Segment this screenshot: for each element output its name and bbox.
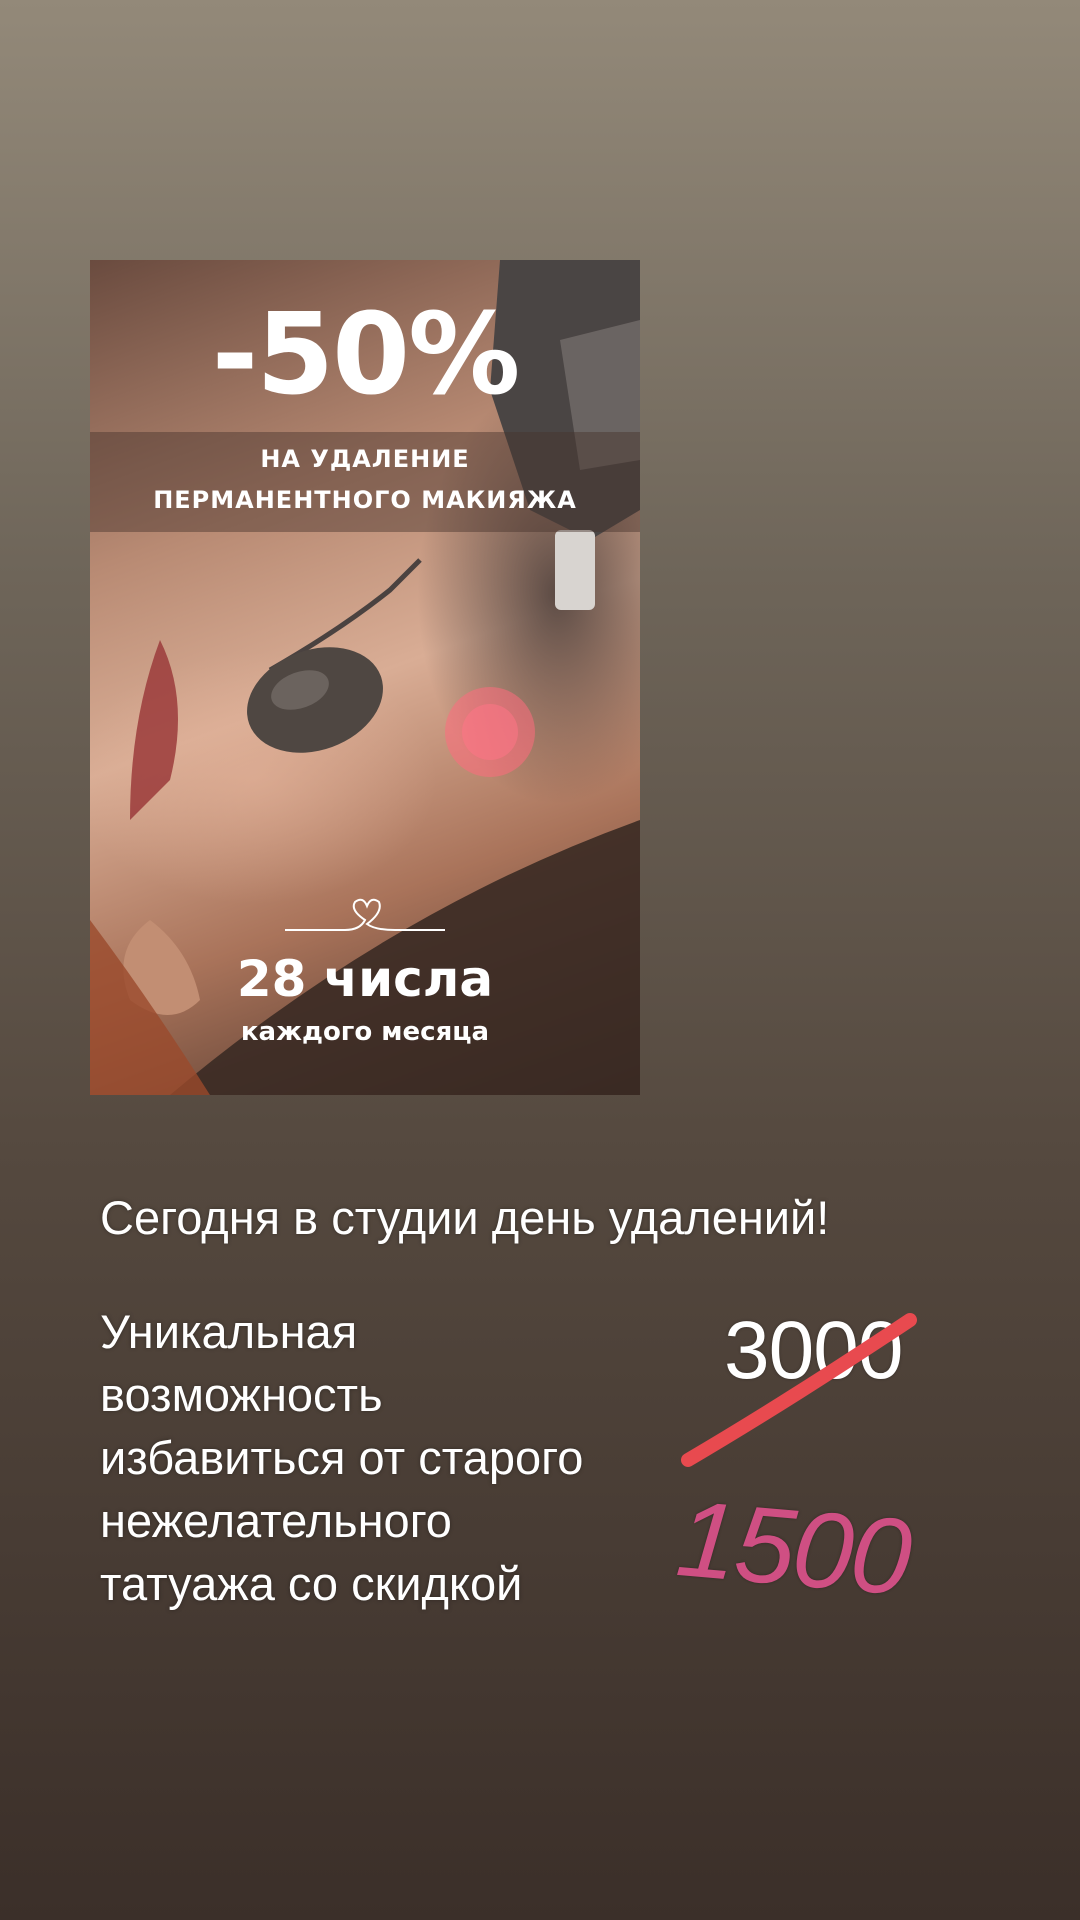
strikethrough-line [681, 1313, 917, 1467]
story-body-line: избавиться от старого [100, 1431, 584, 1484]
heart-line-icon [285, 898, 445, 931]
new-price: 1500 [672, 1476, 915, 1618]
promo-period: каждого месяца [240, 1017, 490, 1047]
subtitle-line-2: ПЕРМАНЕНТНОГО МАКИЯЖА [153, 486, 577, 514]
discount-label: -50% [211, 290, 521, 420]
subtitle-line-1: НА УДАЛЕНИЕ [260, 445, 470, 473]
story-headline: Сегодня в студии день удалений! [100, 1191, 830, 1244]
promo-date: 28 числа [236, 950, 494, 1008]
story-screen: -50% НА УДАЛЕНИЕ ПЕРМАНЕНТНОГО МАКИЯЖА 2… [0, 0, 1080, 1920]
story-body-line: татуажа со скидкой [100, 1557, 523, 1610]
promo-image: -50% НА УДАЛЕНИЕ ПЕРМАНЕНТНОГО МАКИЯЖА 2… [90, 260, 640, 1095]
story-body: Уникальная возможность избавиться от ста… [100, 1300, 700, 1615]
story-body-line: Уникальная [100, 1305, 358, 1358]
story-body-line: возможность [100, 1368, 383, 1421]
story-body-line: нежелательного [100, 1494, 452, 1547]
